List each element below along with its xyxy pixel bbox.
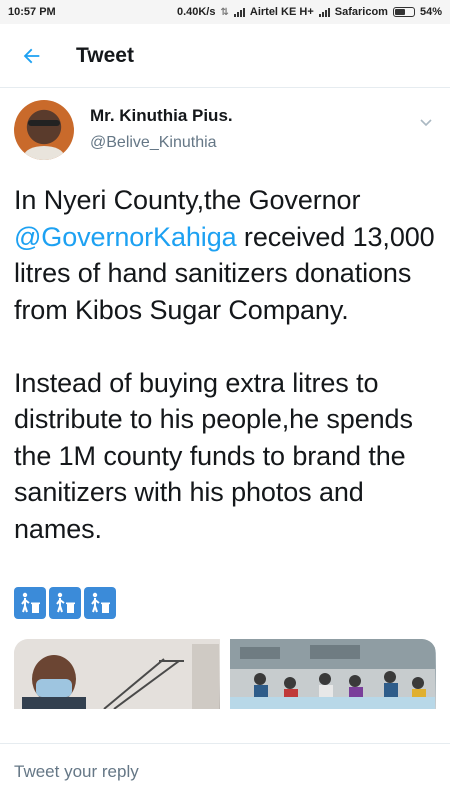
- status-time: 10:57 PM: [8, 6, 56, 18]
- tweet: Mr. Kinuthia Pius. @Belive_Kinuthia In N…: [0, 88, 450, 709]
- app-header: Tweet: [0, 24, 450, 88]
- arrow-left-icon: [23, 48, 40, 63]
- chevron-down-icon[interactable]: [418, 114, 434, 135]
- display-name[interactable]: Mr. Kinuthia Pius.: [90, 106, 233, 126]
- carrier-1: Airtel KE H+: [249, 6, 314, 18]
- tweet-media: [14, 639, 436, 709]
- reply-input[interactable]: [14, 762, 414, 782]
- tweet-text-part1: In Nyeri County,the Governor: [14, 185, 361, 215]
- put-litter-in-its-place-icon: [14, 587, 46, 619]
- signal-icon: [318, 7, 330, 17]
- status-bar: 10:57 PM 0.40K/s ⇅ Airtel KE H+ Safarico…: [0, 0, 450, 24]
- reply-bar: [0, 743, 450, 800]
- emoji-row: [14, 587, 436, 619]
- battery-level: 54%: [419, 6, 442, 18]
- tweet-photo-2[interactable]: [230, 639, 436, 709]
- tweet-photo-1[interactable]: [14, 639, 220, 709]
- tweet-author: Mr. Kinuthia Pius. @Belive_Kinuthia: [14, 98, 436, 170]
- data-transfer-icon: ⇅: [220, 6, 229, 18]
- put-litter-in-its-place-icon: [84, 587, 116, 619]
- signal-icon: [233, 7, 245, 17]
- put-litter-in-its-place-icon: [49, 587, 81, 619]
- author-names: Mr. Kinuthia Pius. @Belive_Kinuthia: [90, 106, 233, 152]
- back-button[interactable]: [0, 24, 64, 88]
- network-speed: 0.40K/s: [176, 6, 216, 18]
- carrier-2: Safaricom: [334, 6, 388, 18]
- battery-icon: [392, 7, 415, 17]
- page-title: Tweet: [76, 43, 134, 67]
- avatar[interactable]: [14, 100, 74, 160]
- tweet-text: In Nyeri County,the Governor @GovernorKa…: [14, 182, 436, 547]
- tweet-text-part2: received 13,000 litres of hand sanitizer…: [14, 221, 435, 544]
- user-handle[interactable]: @Belive_Kinuthia: [90, 134, 233, 152]
- status-indicators: 0.40K/s ⇅ Airtel KE H+ Safaricom 54%: [177, 6, 442, 18]
- mention-link[interactable]: @GovernorKahiga: [14, 222, 237, 252]
